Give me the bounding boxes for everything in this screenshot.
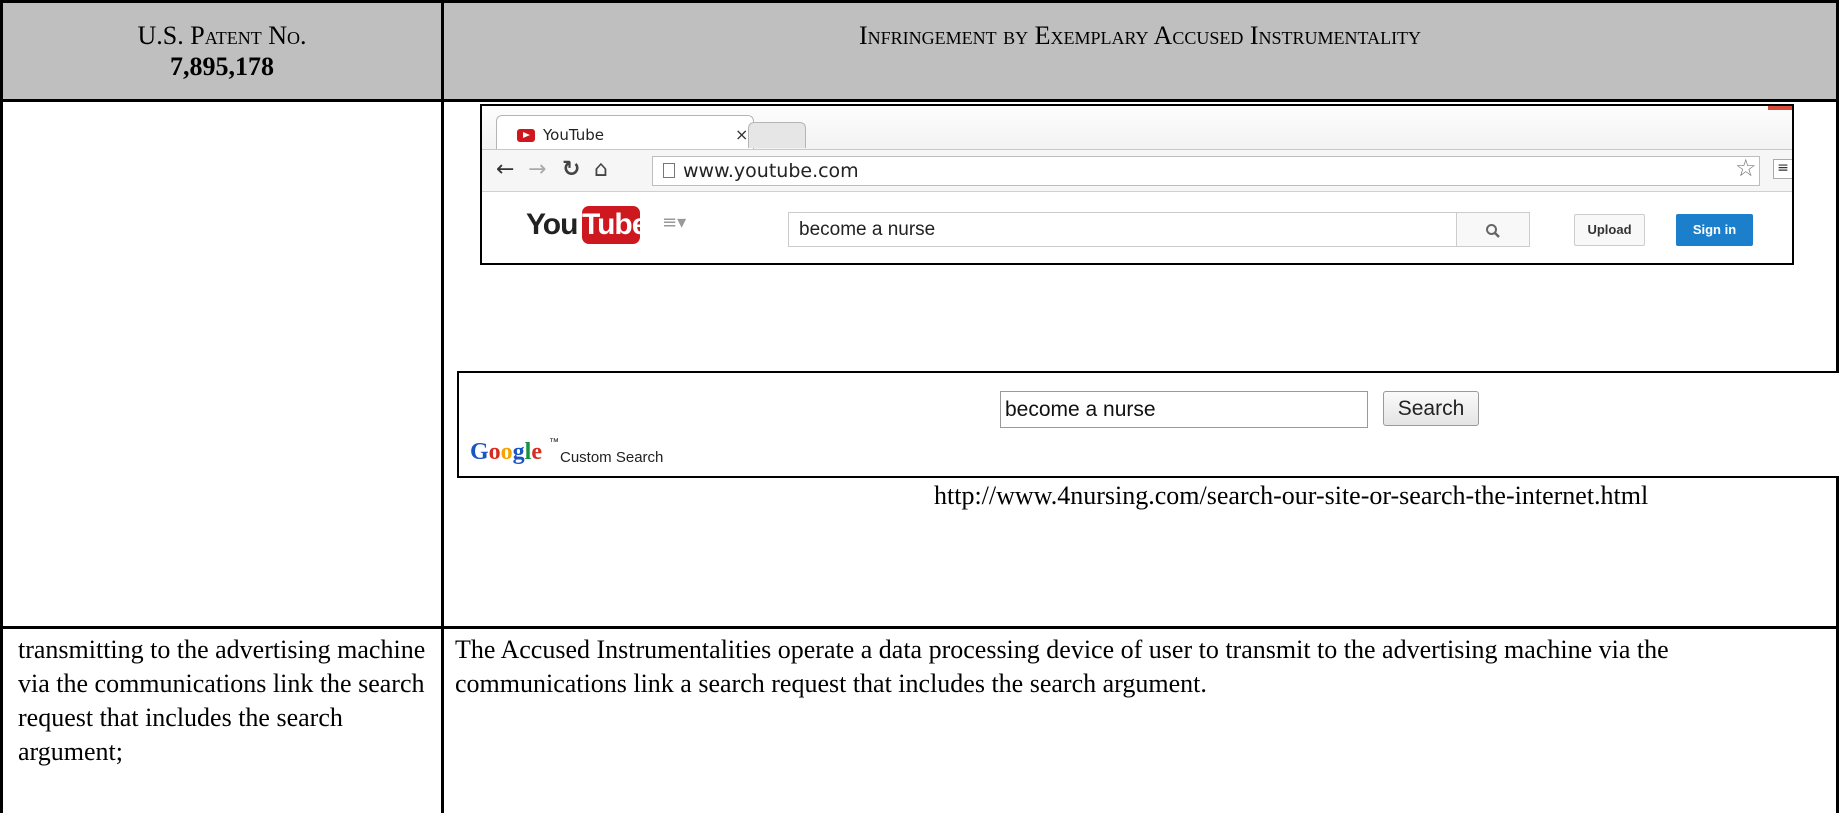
tab-title: YouTube (543, 126, 604, 144)
star-icon[interactable]: ☆ (1735, 154, 1757, 182)
back-arrow-icon[interactable]: ← (496, 157, 514, 182)
youtube-search-input[interactable]: become a nurse (788, 212, 1458, 247)
source-url-caption: http://www.4nursing.com/search-our-site-… (934, 481, 1649, 510)
menu-icon[interactable]: ≡ (1773, 159, 1792, 179)
header-patent-label: U.S. Patent No. (137, 21, 307, 50)
browser-screenshot: YouTube × ← → ↻ ⌂ www.youtube.com ☆ ≡ Yo… (480, 104, 1794, 265)
table-left-border (0, 0, 3, 813)
youtube-masthead: You Tube ≡▾ become a nurse Upload Sign i… (482, 192, 1792, 263)
header-patent-number: 7,895,178 (170, 52, 274, 81)
gcs-search-input[interactable]: become a nurse (1000, 391, 1368, 428)
youtube-favicon (517, 129, 535, 142)
window-close-corner[interactable] (1768, 106, 1792, 110)
tab-close-icon[interactable]: × (735, 125, 748, 144)
claim-element-text: transmitting to the advertising machine … (18, 635, 426, 766)
gcs-search-value: become a nurse (1005, 398, 1156, 421)
address-url: www.youtube.com (683, 160, 859, 182)
tab-bar: YouTube × (482, 106, 1792, 149)
header-right: Infringement by Exemplary Accused Instru… (858, 21, 1422, 50)
youtube-search-value: become a nurse (799, 219, 936, 240)
header-bottom-border (0, 99, 1839, 102)
new-tab-button[interactable] (748, 122, 806, 148)
google-custom-search-box: become a nurse Search Google ™ Custom Se… (457, 371, 1839, 478)
tab-youtube[interactable]: YouTube × (496, 115, 754, 149)
header-right-cell (443, 2, 1837, 101)
reload-icon[interactable]: ↻ (562, 157, 580, 182)
address-bar[interactable]: www.youtube.com (652, 156, 1760, 186)
page-icon (663, 163, 675, 178)
youtube-logo-tube[interactable]: Tube (582, 206, 648, 244)
infringement-text: The Accused Instrumentalities operate a … (455, 635, 1669, 698)
upload-button[interactable]: Upload (1574, 214, 1645, 246)
youtube-logo-you[interactable]: You (526, 208, 578, 242)
google-logo: Google (470, 439, 542, 465)
header-left: U.S. Patent No. 7,895,178 (3, 20, 441, 82)
signin-button[interactable]: Sign in (1676, 214, 1753, 246)
home-icon[interactable]: ⌂ (594, 157, 608, 182)
gcs-search-button[interactable]: Search (1383, 391, 1479, 426)
browser-toolbar: ← → ↻ ⌂ www.youtube.com ☆ ≡ (482, 149, 1792, 192)
forward-arrow-icon[interactable]: → (528, 157, 546, 182)
column-divider (441, 0, 444, 813)
row-divider (0, 626, 1839, 629)
table-top-border (0, 0, 1839, 3)
youtube-search-button[interactable] (1456, 212, 1530, 247)
guide-icon[interactable]: ≡▾ (662, 212, 686, 233)
search-icon (1486, 223, 1500, 238)
custom-search-label: Custom Search (560, 449, 664, 466)
google-tm: ™ (549, 437, 559, 448)
